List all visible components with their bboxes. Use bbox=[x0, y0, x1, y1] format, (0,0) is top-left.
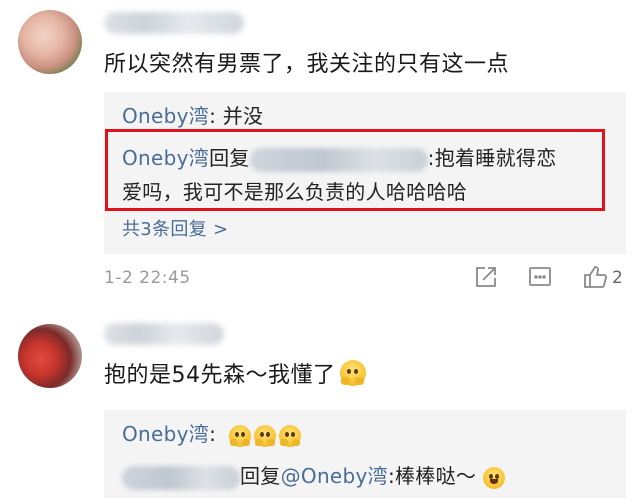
comment-text: 所以突然有男票了，我关注的只有这一点 bbox=[104, 52, 510, 77]
reply-box[interactable]: Oneby湾: 回复@Oneby湾:棒棒哒～ bbox=[104, 410, 626, 498]
thumbs-up-icon[interactable] bbox=[582, 264, 608, 290]
reply-word: 回复 bbox=[209, 146, 250, 170]
reply-author-link[interactable]: Oneby湾 bbox=[122, 146, 209, 170]
username-blurred[interactable] bbox=[104, 12, 244, 34]
reply-item: Oneby湾回复 :抱着睡就得恋 bbox=[122, 142, 557, 172]
comment-item: 所以突然有男票了，我关注的只有这一点 Oneby湾: 并没 Oneby湾回复 :抱… bbox=[0, 0, 640, 315]
reply-author-link[interactable]: Oneby湾 bbox=[122, 422, 209, 446]
reply-item: Oneby湾: bbox=[122, 418, 304, 447]
scared-emoji-icon bbox=[278, 424, 301, 447]
laughing-emoji-icon bbox=[482, 466, 505, 489]
comment-item: 抱的是54先森～我懂了 Oneby湾: 回复@Oneby湾:棒棒哒～ bbox=[0, 315, 640, 498]
reply-item: 回复@Oneby湾:棒棒哒～ bbox=[122, 460, 508, 490]
reply-text-continued: 爱吗，我可不是那么负责的人哈哈哈哈 bbox=[122, 180, 468, 204]
reply-author-link[interactable]: Oneby湾 bbox=[122, 104, 209, 128]
reply-text: : bbox=[209, 422, 217, 446]
avatar[interactable] bbox=[18, 10, 82, 74]
mention-link[interactable]: @Oneby湾 bbox=[281, 464, 388, 488]
comment-text-row: 抱的是54先森～我懂了 bbox=[104, 357, 366, 389]
reply-text: :抱着睡就得恋 bbox=[427, 146, 557, 170]
comment-text: 抱的是54先森～我懂了 bbox=[104, 363, 336, 388]
reply-word: 回复 bbox=[240, 464, 281, 488]
mention-blurred[interactable] bbox=[249, 147, 428, 172]
like-count: 2 bbox=[612, 268, 623, 288]
username-blurred[interactable] bbox=[104, 323, 224, 345]
comment-icon[interactable] bbox=[527, 264, 553, 290]
scared-emoji-icon bbox=[228, 424, 251, 447]
reply-box[interactable]: Oneby湾: 并没 Oneby湾回复 :抱着睡就得恋 爱吗，我可不是那么负责的人… bbox=[104, 92, 626, 254]
reply-text: :棒棒哒～ bbox=[387, 464, 477, 488]
avatar[interactable] bbox=[18, 324, 82, 388]
reply-item: Oneby湾: 并没 bbox=[122, 100, 263, 129]
timestamp: 1-2 22:45 bbox=[104, 268, 191, 288]
more-replies-link[interactable]: 共3条回复 > bbox=[122, 215, 228, 241]
scared-emoji-icon bbox=[253, 424, 276, 447]
reply-text: : 并没 bbox=[209, 104, 264, 128]
share-icon[interactable] bbox=[473, 264, 499, 290]
reply-author-blurred[interactable] bbox=[122, 465, 240, 490]
covering-face-emoji-icon bbox=[339, 360, 366, 386]
